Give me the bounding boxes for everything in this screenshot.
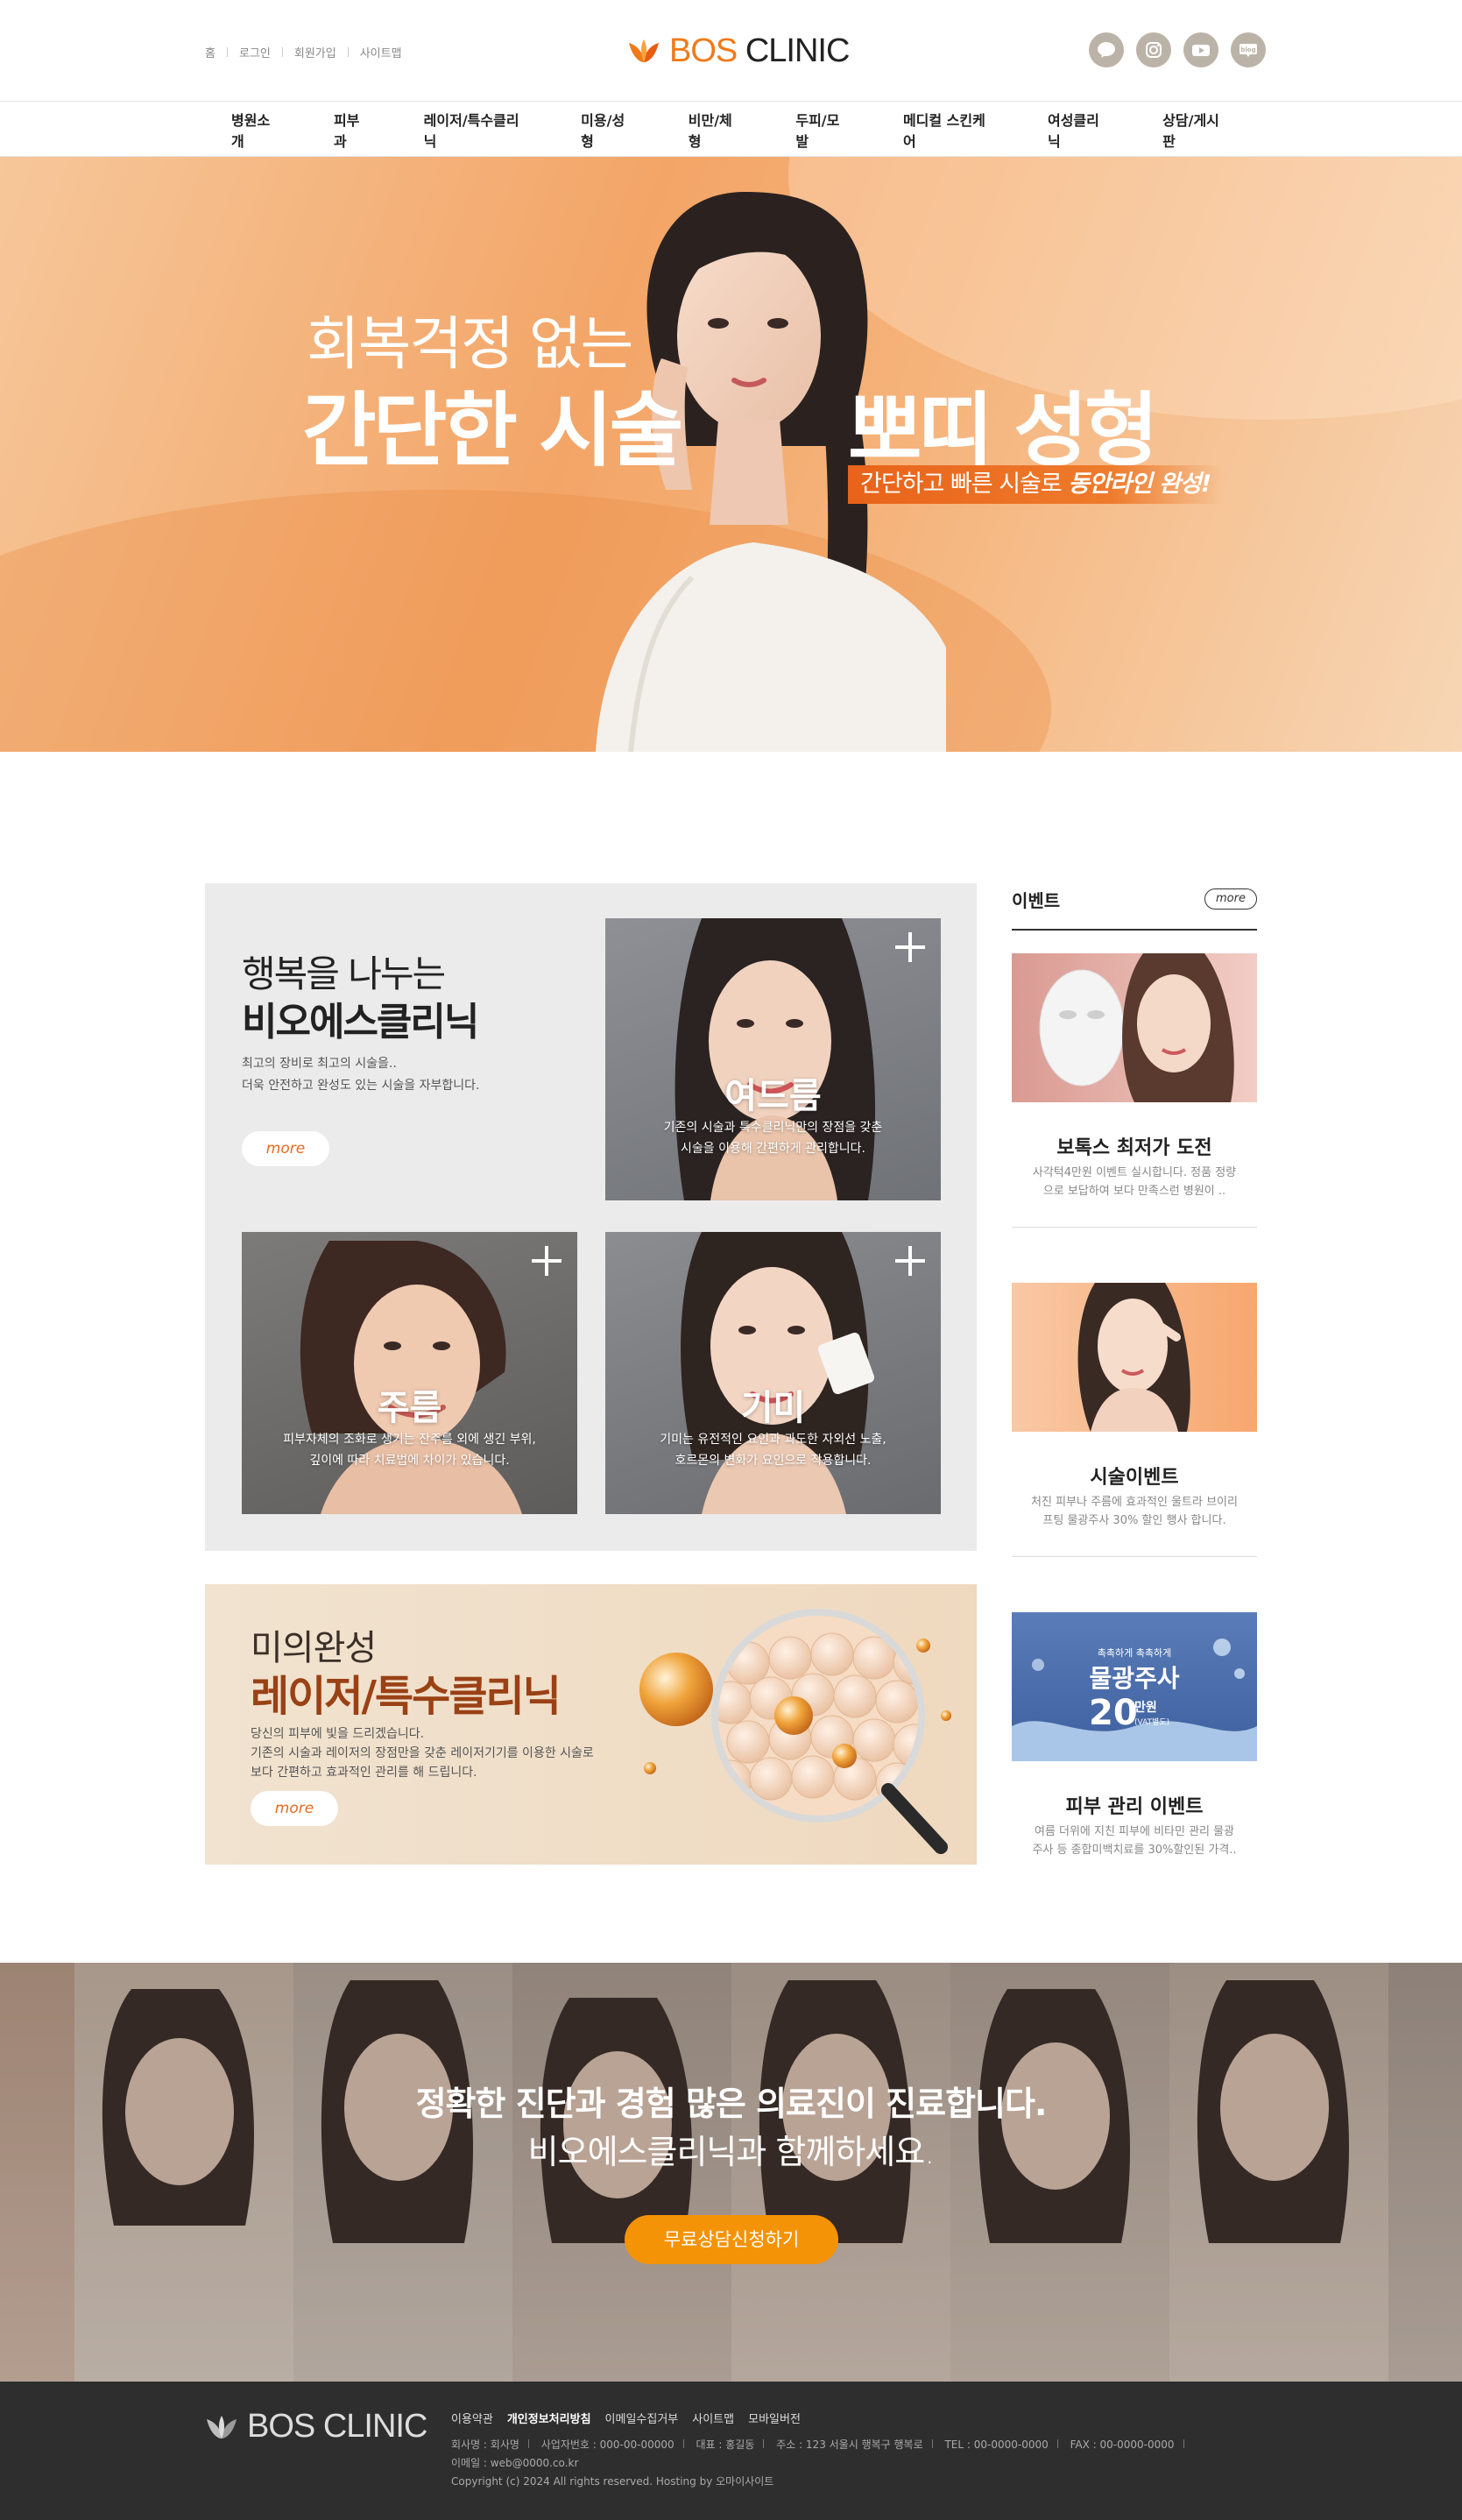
- top-bar: 홈 로그인 회원가입 사이트맵 BOS CLINIC blog: [0, 0, 1462, 102]
- divider: [1012, 1556, 1257, 1557]
- intro-more-button[interactable]: more: [242, 1131, 329, 1166]
- event-header: 이벤트 more: [1012, 883, 1257, 931]
- tile-description: 피부자체의 조화로 생기는 잔주름 외에 생긴 부위, 깊이에 따라 치료법에 차…: [283, 1433, 536, 1468]
- event-item-title: 피부 관리 이벤트: [1065, 1796, 1204, 1818]
- kakaotalk-icon[interactable]: [1089, 32, 1124, 67]
- util-sitemap-link[interactable]: 사이트맵: [360, 44, 402, 60]
- promo-unit: 만원: [1134, 1701, 1157, 1715]
- nav-item-about[interactable]: 병원소개: [205, 109, 307, 151]
- promo-title: 물광주사: [1089, 1664, 1180, 1693]
- util-login-link[interactable]: 로그인: [239, 44, 271, 60]
- event-item-description: 여름 더위에 지친 피부에 비타민 관리 물광 주사 등 종합미백치료를 30%할…: [1032, 1825, 1237, 1857]
- nav-item-obesity[interactable]: 비만/체형: [662, 109, 770, 151]
- blog-icon[interactable]: blog: [1231, 32, 1266, 67]
- event-title: 이벤트: [1012, 890, 1061, 911]
- tile-title: 주름: [377, 1388, 442, 1428]
- treatment-tile-wrinkle[interactable]: 주름 피부자체의 조화로 생기는 잔주름 외에 생긴 부위, 깊이에 따라 치료법…: [242, 1232, 577, 1514]
- clinic-intro-section: 행복을 나누는 비오에스클리닉 최고의 장비로 최고의 시술을.. 더욱 안전하…: [205, 883, 977, 1551]
- svg-text:blog: blog: [1240, 46, 1255, 53]
- hero-tagline: 간단하고 빠른 시술로 동안라인 완성!: [848, 465, 1224, 504]
- nav-item-board[interactable]: 상담/게시판: [1136, 109, 1256, 151]
- footer-link-sitemap[interactable]: 사이트맵: [692, 2410, 734, 2426]
- footer-logo-text: BOS CLINIC: [247, 2408, 427, 2445]
- skin-magnifier-illustration: [639, 1609, 951, 1854]
- promo-vat: (VAT별도): [1134, 1718, 1170, 1727]
- laser-title: 레이저/특수클리닉: [251, 1672, 561, 1721]
- footer-links: 이용약관 개인정보처리방침 이메일수집거부 사이트맵 모바일버전: [451, 2410, 801, 2426]
- event-image: [1012, 1283, 1257, 1432]
- treatment-tile-spots[interactable]: 기미 기미는 유전적인 요인과 과도한 자외선 노출, 호르몬의 변화가 요인으로…: [605, 1232, 941, 1514]
- footer-link-mobile[interactable]: 모바일버전: [748, 2410, 801, 2426]
- laser-more-button[interactable]: more: [251, 1791, 338, 1826]
- promo-small-text: 촉촉하게 촉촉하게: [1097, 1647, 1172, 1659]
- utility-links: 홈 로그인 회원가입 사이트맵: [205, 44, 402, 60]
- free-consult-button[interactable]: 무료상담신청하기: [625, 2215, 838, 2264]
- event-item-description: 사각턱4만원 이벤트 실시합니다. 정품 정량 으로 보답하여 보다 만족스런 병…: [1032, 1166, 1237, 1198]
- nav-item-women[interactable]: 여성클리닉: [1021, 109, 1136, 151]
- event-item-description: 처진 피부나 주름에 효과적인 울트라 브이리 프팅 물광주사 30% 할인 행사…: [1031, 1496, 1238, 1527]
- event-image: [1012, 953, 1257, 1102]
- consult-banner: 정확한 진단과 경험 많은 의료진이 진료합니다. 비오에스클리닉과 함께하세요…: [0, 1963, 1462, 2382]
- sns-links: blog: [1089, 32, 1266, 67]
- expand-plus-icon: [895, 932, 925, 962]
- banner-headline: 정확한 진단과 경험 많은 의료진이 진료합니다.: [415, 2085, 1048, 2123]
- divider: [281, 47, 283, 57]
- treatment-tile-acne[interactable]: 여드름 기존의 시술과 특수클리닉만의 장점을 갖춘 시술을 이용해 간편하게 관…: [605, 918, 941, 1200]
- spots-model-photo: [681, 1232, 875, 1514]
- nav-item-cosmetic[interactable]: 미용/성형: [554, 109, 662, 151]
- divider: [347, 47, 349, 57]
- footer-logo[interactable]: BOS CLINIC: [205, 2408, 427, 2446]
- event-item-title: 보톡스 최저가 도전: [1056, 1137, 1212, 1159]
- nav-item-laser[interactable]: 레이저/특수클리닉: [398, 109, 555, 151]
- nav-item-skincare[interactable]: 메디컬 스킨케어: [877, 109, 1021, 151]
- expand-plus-icon: [532, 1246, 561, 1276]
- site-logo[interactable]: BOS CLINIC: [627, 32, 850, 70]
- event-image: 촉촉하게 촉촉하게 물광주사 20 만원 (VAT별도): [1012, 1612, 1257, 1761]
- nav-item-dermatology[interactable]: 피부과: [307, 109, 398, 151]
- site-footer: BOS CLINIC 이용약관 개인정보처리방침 이메일수집거부 사이트맵 모바…: [0, 2382, 1462, 2520]
- divider: [1012, 1227, 1257, 1228]
- tile-description: 기미는 유전적인 요인과 과도한 자외선 노출, 호르몬의 변화가 요인으로 작용…: [660, 1433, 886, 1468]
- logo-leaf-icon: [207, 2415, 237, 2439]
- footer-link-email-refuse[interactable]: 이메일수집거부: [605, 2410, 679, 2426]
- promo-price: 20: [1089, 1693, 1138, 1733]
- footer-link-terms[interactable]: 이용약관: [451, 2410, 493, 2426]
- footer-link-privacy[interactable]: 개인정보처리방침: [507, 2410, 591, 2426]
- event-more-button[interactable]: more: [1204, 888, 1257, 910]
- hero-title-left: 간단한 시술: [302, 384, 683, 478]
- banner-subheadline: 비오에스클리닉과 함께하세요.: [527, 2133, 936, 2171]
- main-navigation: 병원소개 피부과 레이저/특수클리닉 미용/성형 비만/체형 두피/모발 메디컬…: [0, 103, 1462, 157]
- logo-text: BOS CLINIC: [669, 32, 850, 69]
- laser-clinic-section: 미의완성 레이저/특수클리닉 당신의 피부에 빛을 드리겠습니다. 기존의 시술…: [205, 1584, 977, 1865]
- intro-title: 비오에스클리닉: [242, 1000, 479, 1044]
- tile-title: 기미: [740, 1388, 806, 1428]
- tile-description: 기존의 시술과 특수클리닉만의 장점을 갖춘 시술을 이용해 간편하게 관리합니다…: [663, 1121, 883, 1156]
- footer-company-info: 회사명 : 회사명 사업자번호 : 000-00-00000 대표 : 홍길동 …: [451, 2436, 1193, 2491]
- event-sidebar: 이벤트 more 보톡스 최저가 도전 사각턱4만원 이벤트 실시합니다. 정품…: [1012, 883, 1257, 1865]
- divider: [226, 47, 228, 57]
- nav-item-scalp[interactable]: 두피/모발: [769, 109, 877, 151]
- tile-title: 여드름: [724, 1076, 822, 1116]
- instagram-icon[interactable]: [1136, 32, 1171, 67]
- expand-plus-icon: [895, 1246, 925, 1276]
- laser-description: 당신의 피부에 빛을 드리겠습니다. 기존의 시술과 레이저의 장점만을 갖춘 …: [251, 1727, 594, 1780]
- logo-leaf-icon: [629, 39, 659, 62]
- util-home-link[interactable]: 홈: [205, 44, 215, 60]
- intro-description: 최고의 장비로 최고의 시술을.. 더욱 안전하고 완성도 있는 시술을 자부합…: [242, 1057, 480, 1093]
- event-item-title: 시술이벤트: [1090, 1467, 1179, 1489]
- wrinkle-model-photo: [300, 1241, 522, 1514]
- util-join-link[interactable]: 회원가입: [294, 44, 336, 60]
- hero-banner: 회복걱정 없는 간단한 시술 뽀띠 성형 간단하고 빠른 시술로 동안라인 완성…: [0, 157, 1462, 752]
- youtube-icon[interactable]: [1183, 32, 1218, 67]
